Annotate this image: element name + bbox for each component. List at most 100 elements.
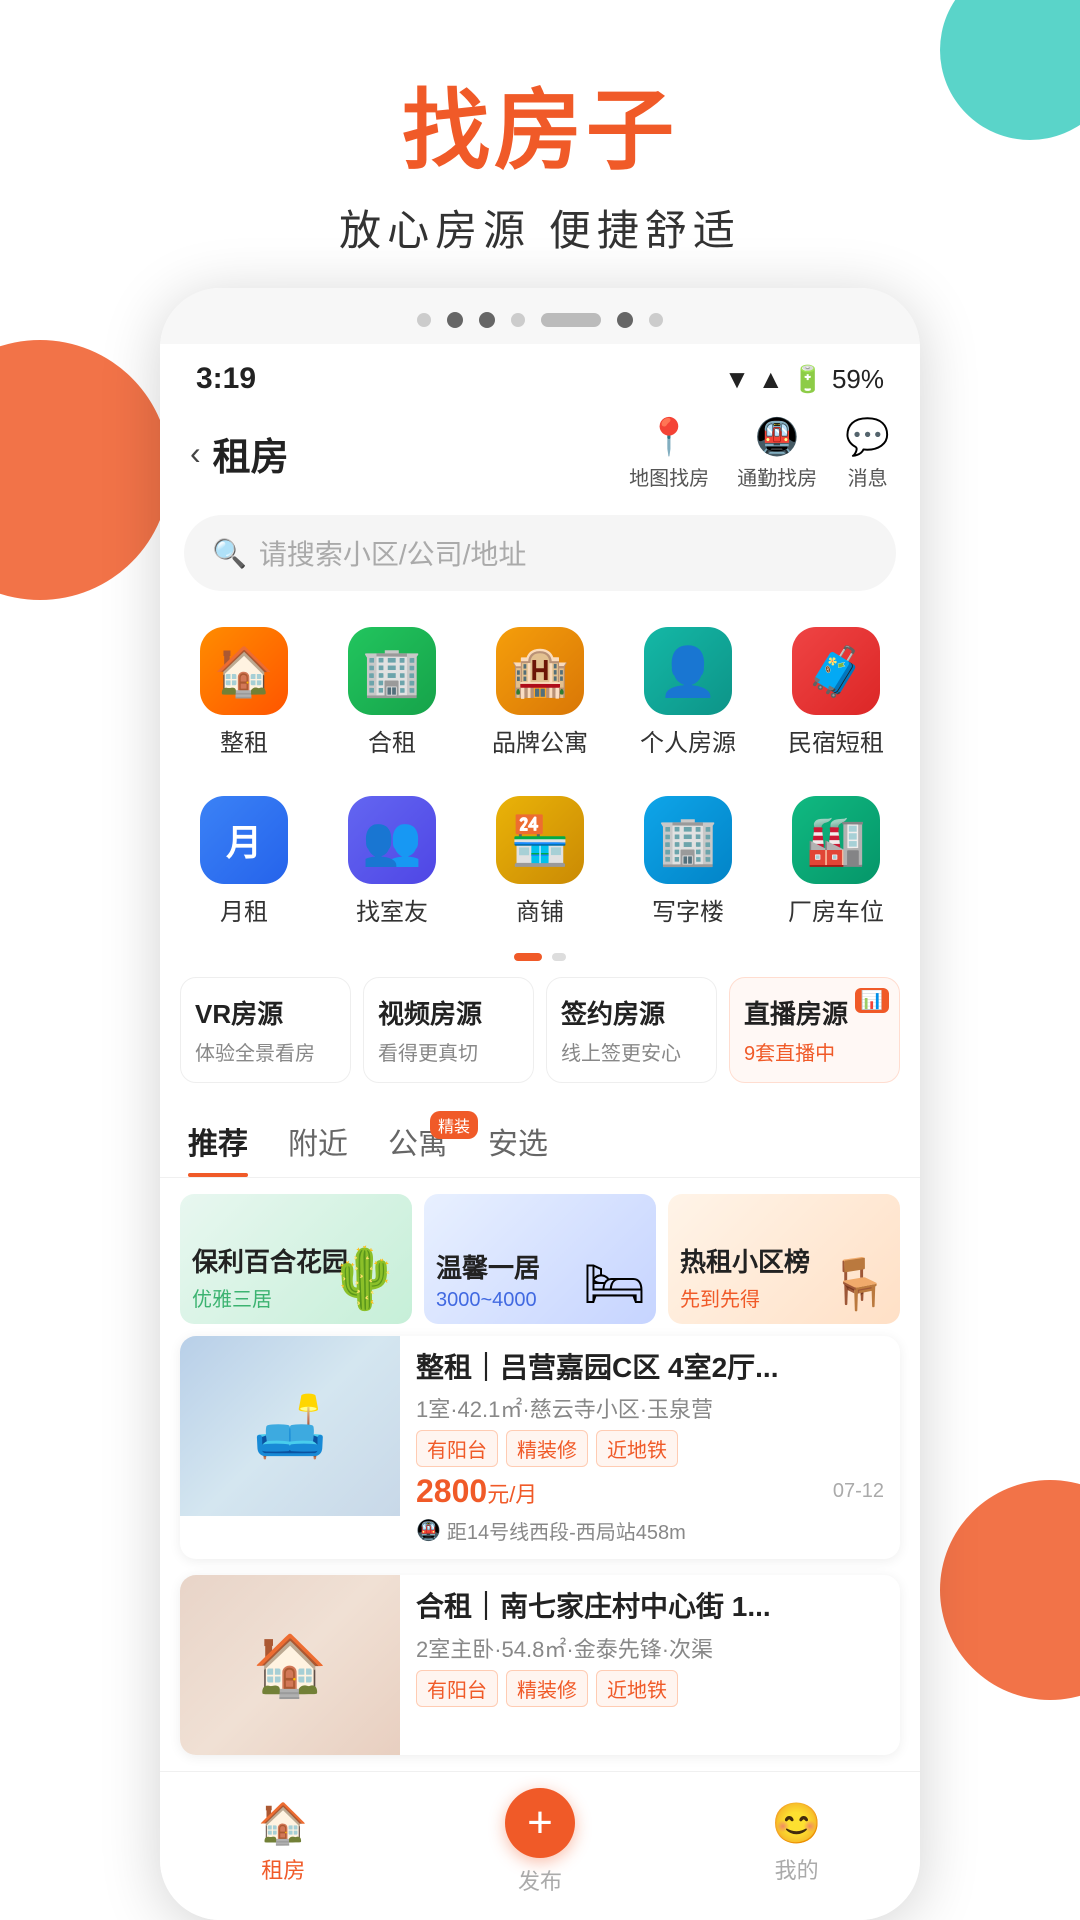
banner-row: 🌵 保利百合花园 优雅三居 🛏 温馨一居 3000~4000 🪑 热租小区榜 先… (160, 1178, 920, 1336)
dot-5 (617, 312, 633, 328)
tab-nearby[interactable]: 附近 (288, 1119, 348, 1177)
listing-1-date-row: 2800元/月 07-12 (416, 1473, 884, 1510)
homestay-icon: 🧳 (792, 627, 880, 715)
status-bar: 3:19 ▼ ▲ 🔋 59% (160, 344, 920, 406)
listing-card-1[interactable]: 🛋️ 整租｜吕营嘉园C区 4室2厅... 1室·42.1㎡·慈云寺小区·玉泉营 … (180, 1336, 900, 1559)
video-title: 视频房源 (378, 994, 519, 1031)
brand-label: 品牌公寓 (492, 723, 588, 758)
dot-2 (447, 312, 463, 328)
listing-1-image: 🛋️ (180, 1336, 400, 1516)
category-homestay[interactable]: 🧳 民宿短租 (762, 611, 910, 770)
listing-1-meta: 1室·42.1㎡·慈云寺小区·玉泉营 (416, 1392, 884, 1424)
category-whole[interactable]: 🏠 整租 (170, 611, 318, 770)
listing-1-info: 整租｜吕营嘉园C区 4室2厅... 1室·42.1㎡·慈云寺小区·玉泉营 有阳台… (400, 1336, 900, 1559)
tag2-balcony: 有阳台 (416, 1670, 498, 1707)
dot-3 (479, 312, 495, 328)
category-grid-row2: 月 月租 👥 找室友 🏪 商铺 🏢 写字楼 🏭 厂房车位 (160, 780, 920, 949)
bottom-nav-rent[interactable]: 🏠 租房 (258, 1800, 308, 1885)
sign-title: 签约房源 (561, 994, 702, 1031)
listing-2-meta: 2室主卧·54.8㎡·金泰先锋·次渠 (416, 1632, 884, 1664)
office-icon: 🏢 (644, 796, 732, 884)
commute-find-button[interactable]: 🚇 通勤找房 (737, 416, 817, 491)
grid-dot-inactive (552, 953, 566, 961)
factory-icon: 🏭 (792, 796, 880, 884)
category-shop[interactable]: 🏪 商铺 (466, 780, 614, 939)
dot-6 (649, 313, 663, 327)
map-label: 地图找房 (629, 462, 709, 491)
category-office[interactable]: 🏢 写字楼 (614, 780, 762, 939)
feature-video[interactable]: 视频房源 看得更真切 (363, 977, 534, 1083)
battery-level: 59% (832, 364, 884, 395)
listing-1-date: 07-12 (833, 1480, 884, 1503)
apartment-badge: 精装 (430, 1111, 478, 1139)
phone-frame: 3:19 ▼ ▲ 🔋 59% ‹ 租房 📍 地图找房 🚇 通勤 (160, 288, 920, 1920)
hero-subtitle: 放心房源 便捷舒适 (0, 197, 1080, 258)
category-factory[interactable]: 🏭 厂房车位 (762, 780, 910, 939)
status-time: 3:19 (196, 362, 256, 396)
hero-section: 找房子 放心房源 便捷舒适 (0, 0, 1080, 288)
feature-sign[interactable]: 签约房源 线上签更安心 (546, 977, 717, 1083)
tab-selected[interactable]: 安选 (488, 1119, 548, 1177)
map-icon: 📍 (647, 416, 692, 458)
map-find-button[interactable]: 📍 地图找房 (629, 416, 709, 491)
nav-left: ‹ 租房 (190, 426, 289, 481)
wifi-icon: ▼ (724, 364, 750, 395)
message-icon: 💬 (845, 416, 890, 458)
tabs-row: 推荐 附近 公寓 精装 安选 (160, 1103, 920, 1178)
tab-apartment[interactable]: 公寓 精装 (388, 1119, 448, 1177)
monthly-icon: 月 (200, 796, 288, 884)
pagination-dots (160, 288, 920, 344)
status-icons: ▼ ▲ 🔋 59% (724, 364, 884, 395)
feature-live[interactable]: 📊 直播房源 9套直播中 (729, 977, 900, 1083)
nav-bar: ‹ 租房 📍 地图找房 🚇 通勤找房 💬 消息 (160, 406, 920, 507)
feature-vr[interactable]: VR房源 体验全景看房 (180, 977, 351, 1083)
search-icon: 🔍 (212, 537, 247, 570)
nav-right: 📍 地图找房 🚇 通勤找房 💬 消息 (629, 416, 890, 491)
search-placeholder: 请搜索小区/公司/地址 (259, 533, 527, 573)
signal-icon: ▲ (758, 364, 784, 395)
shop-icon: 🏪 (496, 796, 584, 884)
tag-balcony: 有阳台 (416, 1430, 498, 1467)
bottom-nav-publish[interactable]: + 发布 (505, 1788, 575, 1896)
whole-label: 整租 (220, 723, 268, 758)
listing-1-image-inner: 🛋️ (180, 1336, 400, 1516)
homestay-label: 民宿短租 (788, 723, 884, 758)
tab-recommend[interactable]: 推荐 (188, 1119, 248, 1177)
message-button[interactable]: 💬 消息 (845, 416, 890, 491)
back-button[interactable]: ‹ (190, 435, 201, 472)
bed-decoration: 🛏 (583, 1255, 646, 1314)
category-grid-row1: 🏠 整租 🏢 合租 🏨 品牌公寓 👤 个人房源 🧳 民宿短租 (160, 611, 920, 780)
listing-1-tags: 有阳台 精装修 近地铁 (416, 1430, 884, 1467)
dot-1 (417, 313, 431, 327)
office-label: 写字楼 (652, 892, 724, 927)
roommate-icon: 👥 (348, 796, 436, 884)
message-label: 消息 (848, 462, 888, 491)
banner-complex[interactable]: 🌵 保利百合花园 优雅三居 (180, 1194, 412, 1324)
tag2-decorated: 精装修 (506, 1670, 588, 1707)
category-shared[interactable]: 🏢 合租 (318, 611, 466, 770)
banner-hot[interactable]: 🪑 热租小区榜 先到先得 (668, 1194, 900, 1324)
mine-label: 我的 (775, 1853, 819, 1885)
listing-2-image-inner: 🏠 (180, 1575, 400, 1755)
feature-cards: VR房源 体验全景看房 视频房源 看得更真切 签约房源 线上签更安心 📊 直播房… (160, 977, 920, 1103)
listing-1-title: 整租｜吕营嘉园C区 4室2厅... (416, 1350, 884, 1386)
listing-1-price: 2800元/月 (416, 1473, 537, 1510)
listing-card-2[interactable]: 🏠 合租｜南七家庄村中心街 1... 2室主卧·54.8㎡·金泰先锋·次渠 有阳… (180, 1575, 900, 1755)
personal-label: 个人房源 (640, 723, 736, 758)
bottom-nav-mine[interactable]: 😊 我的 (772, 1800, 822, 1885)
category-personal[interactable]: 👤 个人房源 (614, 611, 762, 770)
tag2-subway: 近地铁 (596, 1670, 678, 1707)
shared-label: 合租 (368, 723, 416, 758)
hero-title: 找房子 (0, 60, 1080, 187)
search-bar[interactable]: 🔍 请搜索小区/公司/地址 (184, 515, 896, 591)
category-brand[interactable]: 🏨 品牌公寓 (466, 611, 614, 770)
tag-subway: 近地铁 (596, 1430, 678, 1467)
video-sub: 看得更真切 (378, 1037, 519, 1066)
category-roommate[interactable]: 👥 找室友 (318, 780, 466, 939)
banner-warm[interactable]: 🛏 温馨一居 3000~4000 (424, 1194, 656, 1324)
personal-icon: 👤 (644, 627, 732, 715)
publish-add-button[interactable]: + (505, 1788, 575, 1858)
category-monthly[interactable]: 月 月租 (170, 780, 318, 939)
table-decoration: 🪑 (828, 1255, 890, 1314)
grid-pagination (160, 949, 920, 977)
